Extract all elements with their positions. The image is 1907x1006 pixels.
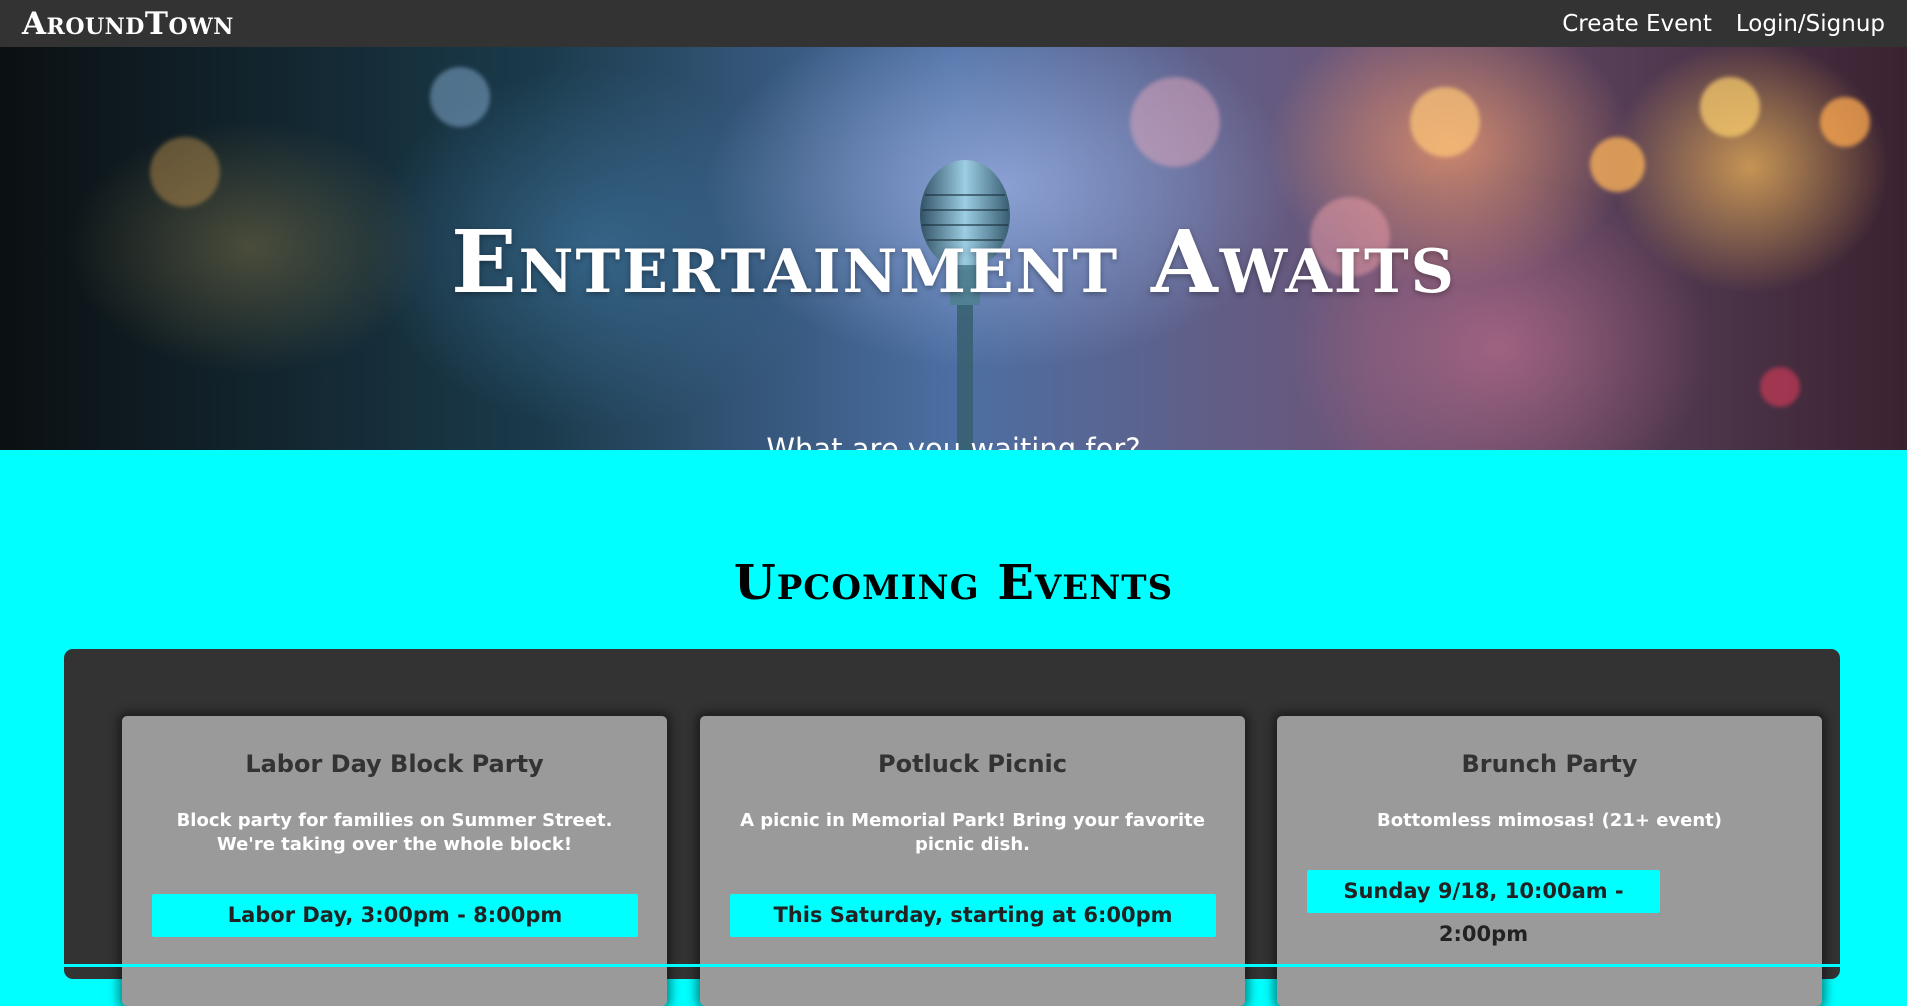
events-panel: Labor Day Block Party Block party for fa… — [64, 649, 1840, 1006]
bokeh-light — [1590, 137, 1645, 192]
bokeh-light — [1130, 77, 1220, 167]
hero-subtitle: What are you waiting for? — [766, 432, 1141, 450]
hero-banner: Entertainment Awaits What are you waitin… — [0, 47, 1907, 450]
brand-logo[interactable]: AroundTown — [22, 6, 234, 42]
event-title: Potluck Picnic — [878, 750, 1067, 778]
event-description: A picnic in Memorial Park! Bring your fa… — [740, 810, 1205, 855]
hero-title: Entertainment Awaits — [451, 212, 1456, 313]
upcoming-events-heading: Upcoming Events — [733, 555, 1174, 611]
event-time-badge: Sunday 9/18, 10:00am - 2:00pm — [1307, 870, 1660, 946]
bokeh-light — [1820, 97, 1870, 147]
bokeh-light — [430, 67, 490, 127]
bokeh-light — [1760, 367, 1800, 407]
event-title: Brunch Party — [1461, 750, 1638, 778]
event-title: Labor Day Block Party — [245, 750, 544, 778]
event-card[interactable]: Brunch Party Bottomless mimosas! (21+ ev… — [1277, 716, 1822, 1006]
bokeh-light — [150, 137, 220, 207]
nav-links: Create Event Login/Signup — [1562, 11, 1885, 37]
bokeh-light — [1700, 77, 1760, 137]
create-event-link[interactable]: Create Event — [1562, 11, 1712, 37]
event-card[interactable]: Labor Day Block Party Block party for fa… — [122, 716, 667, 1006]
login-signup-link[interactable]: Login/Signup — [1736, 11, 1885, 37]
event-time-badge: Labor Day, 3:00pm - 8:00pm — [152, 894, 638, 937]
event-description: Block party for families on Summer Stree… — [176, 810, 613, 855]
bokeh-light — [1410, 87, 1480, 157]
event-time-badge: This Saturday, starting at 6:00pm — [730, 894, 1216, 937]
event-description: Bottomless mimosas! (21+ event) — [1376, 810, 1722, 831]
event-card[interactable]: Potluck Picnic A picnic in Memorial Park… — [700, 716, 1245, 1006]
navbar: AroundTown Create Event Login/Signup — [0, 0, 1907, 47]
